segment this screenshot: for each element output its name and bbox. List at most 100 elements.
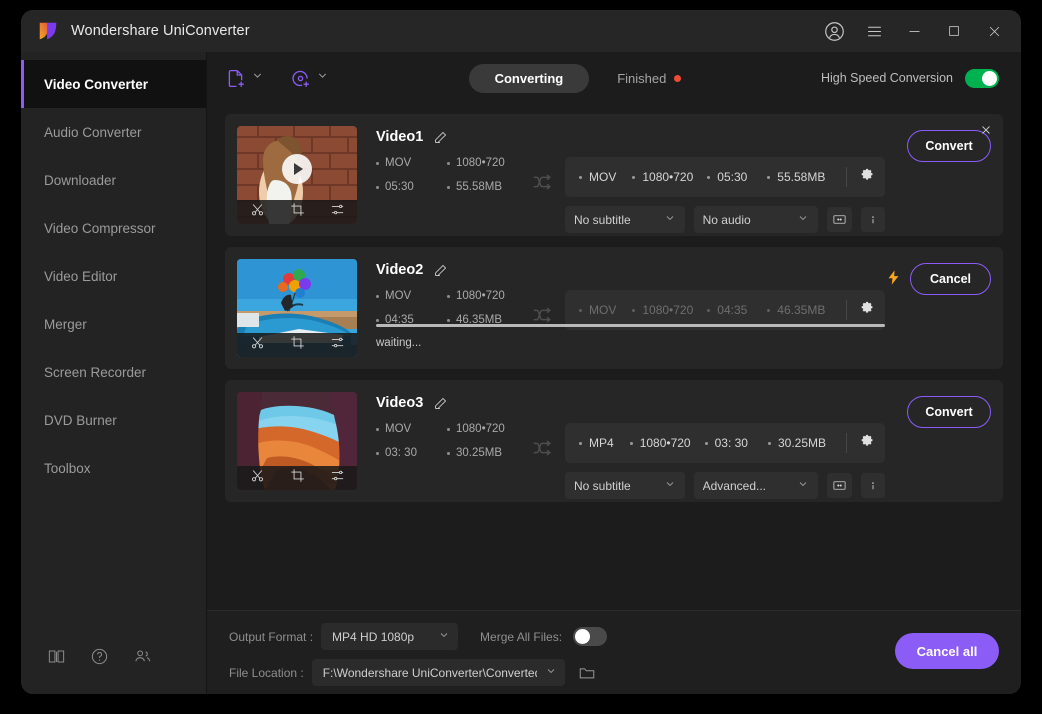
- cancel-button[interactable]: Cancel: [910, 263, 991, 295]
- trim-icon[interactable]: [250, 468, 265, 488]
- sidebar-item-video-converter[interactable]: Video Converter: [21, 60, 206, 108]
- thumbnail-tools: [237, 466, 357, 490]
- crop-icon[interactable]: [290, 468, 305, 488]
- video-thumbnail[interactable]: [237, 126, 357, 224]
- book-icon[interactable]: [47, 647, 66, 671]
- sidebar-item-label: Video Compressor: [44, 220, 156, 236]
- edit-name-icon[interactable]: [433, 396, 448, 411]
- output-format: MOV: [579, 170, 616, 184]
- crop-icon[interactable]: [290, 202, 305, 222]
- divider: [846, 300, 847, 320]
- progress-area: waiting...: [376, 324, 885, 349]
- sidebar-item-video-compressor[interactable]: Video Compressor: [21, 204, 206, 252]
- subtitle-select[interactable]: No subtitle: [565, 472, 685, 499]
- account-icon[interactable]: [821, 18, 847, 44]
- merge-all-files-toggle[interactable]: [573, 627, 608, 646]
- tab-label: Finished: [617, 70, 667, 86]
- effects-icon[interactable]: [330, 335, 345, 355]
- info-icon-button[interactable]: [860, 207, 885, 232]
- output-size: 55.58MB: [767, 170, 825, 184]
- sidebar-item-merger[interactable]: Merger: [21, 300, 206, 348]
- source-format: MOV: [376, 290, 447, 302]
- tab-converting[interactable]: Converting: [468, 63, 590, 93]
- settings-gear-icon[interactable]: [858, 166, 875, 188]
- remove-item-close-icon[interactable]: [977, 121, 995, 139]
- finished-badge-dot: [674, 74, 682, 82]
- output-settings-bar: MOV 1080•720 05:30 55.58MB: [565, 157, 885, 197]
- settings-gear-icon[interactable]: [858, 432, 875, 454]
- table-row: Video1 MOV 1080•720 05:30 55.58MB MOV 10…: [225, 114, 1003, 236]
- high-speed-conversion-toggle[interactable]: [964, 68, 999, 88]
- convert-button[interactable]: Convert: [907, 396, 991, 428]
- output-format-select[interactable]: MP4 HD 1080p: [321, 623, 459, 650]
- convert-arrows-icon: [519, 157, 565, 193]
- subtitle-select[interactable]: No subtitle: [565, 206, 685, 233]
- convert-arrows-icon: [519, 290, 565, 326]
- play-button[interactable]: [282, 154, 312, 185]
- sidebar-item-dvd-burner[interactable]: DVD Burner: [21, 396, 206, 444]
- source-resolution: 1080•720: [447, 290, 518, 302]
- output-duration: 04:35: [707, 303, 747, 317]
- high-speed-bolt-icon: [885, 263, 902, 286]
- video-thumbnail[interactable]: [237, 392, 357, 490]
- merge-all-files-control[interactable]: Merge All Files:: [480, 627, 608, 646]
- source-format: MOV: [376, 423, 447, 435]
- divider: [846, 433, 847, 453]
- folder-icon[interactable]: [578, 664, 596, 682]
- sidebar-item-label: Downloader: [44, 172, 117, 188]
- maximize-icon[interactable]: [941, 18, 967, 44]
- video-meta-and-output: MOV 1080•720 03: 30 30.25MB MP4 1080•720…: [376, 423, 885, 499]
- progress-status: waiting...: [376, 337, 422, 349]
- sidebar-item-downloader[interactable]: Downloader: [21, 156, 206, 204]
- trim-icon[interactable]: [250, 202, 265, 222]
- effects-icon[interactable]: [330, 202, 345, 222]
- file-location-label: File Location :: [229, 665, 304, 680]
- video-name: Video2: [376, 262, 424, 278]
- sidebar-item-video-editor[interactable]: Video Editor: [21, 252, 206, 300]
- source-metadata: MOV 1080•720 03: 30 30.25MB: [376, 423, 519, 471]
- chevron-down-icon: [664, 478, 676, 493]
- source-format: MOV: [376, 157, 447, 169]
- compress-icon-button[interactable]: [827, 207, 852, 232]
- tab-finished[interactable]: Finished: [591, 64, 707, 93]
- high-speed-conversion-control[interactable]: High Speed Conversion: [821, 68, 999, 88]
- sidebar-item-label: Video Editor: [44, 268, 118, 284]
- sidebar-item-toolbox[interactable]: Toolbox: [21, 444, 206, 492]
- output-column: MP4 1080•720 03: 30 30.25MB No subtitle …: [565, 423, 885, 499]
- trim-icon[interactable]: [250, 335, 265, 355]
- source-size: 55.58MB: [447, 181, 518, 193]
- output-column: MOV 1080•720 05:30 55.58MB No subtitle N…: [565, 157, 885, 233]
- info-icon-button[interactable]: [860, 473, 885, 498]
- compress-icon-button[interactable]: [827, 473, 852, 498]
- add-disc-button[interactable]: [290, 68, 329, 89]
- minimize-icon[interactable]: [901, 18, 927, 44]
- help-icon[interactable]: [90, 647, 109, 671]
- title-bar: Wondershare UniConverter: [21, 10, 1021, 52]
- close-icon[interactable]: [981, 18, 1007, 44]
- cancel-all-button[interactable]: Cancel all: [895, 633, 999, 669]
- sidebar-item-screen-recorder[interactable]: Screen Recorder: [21, 348, 206, 396]
- toggle-knob: [575, 629, 591, 644]
- audio-select[interactable]: Advanced...: [693, 472, 819, 499]
- output-duration: 03: 30: [704, 436, 748, 450]
- settings-gear-icon[interactable]: [858, 299, 875, 321]
- progress-bar: [376, 324, 885, 327]
- sidebar-item-label: Video Converter: [44, 76, 149, 92]
- effects-icon[interactable]: [330, 468, 345, 488]
- audio-select[interactable]: No audio: [693, 206, 819, 233]
- video-thumbnail[interactable]: [237, 259, 357, 357]
- divider: [846, 167, 847, 187]
- edit-name-icon[interactable]: [433, 130, 448, 145]
- source-metadata: MOV 1080•720 05:30 55.58MB: [376, 157, 519, 205]
- file-location-select[interactable]: F:\Wondershare UniConverter\Converted: [311, 659, 565, 686]
- sidebar-item-audio-converter[interactable]: Audio Converter: [21, 108, 206, 156]
- add-files-button[interactable]: [225, 68, 264, 89]
- video-name: Video3: [376, 395, 424, 411]
- chevron-down-icon: [438, 629, 450, 644]
- hamburger-menu-icon[interactable]: [861, 18, 887, 44]
- edit-name-icon[interactable]: [433, 263, 448, 278]
- community-icon[interactable]: [133, 647, 152, 671]
- crop-icon[interactable]: [290, 335, 305, 355]
- chevron-down-icon: [797, 212, 809, 227]
- output-size: 46.35MB: [767, 303, 825, 317]
